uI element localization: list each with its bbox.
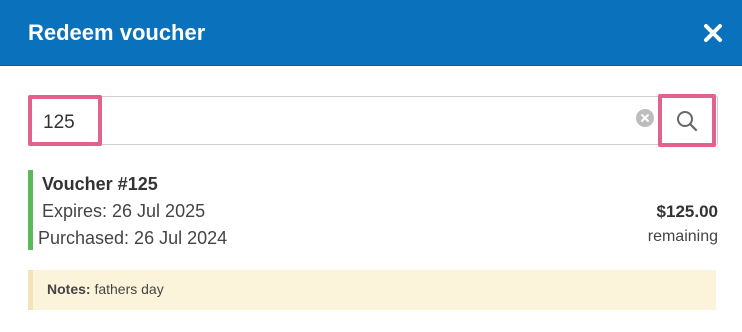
voucher-purchased: Purchased: 26 Jul 2024 (38, 228, 228, 248)
close-button[interactable] (702, 22, 724, 44)
dialog-header: Redeem voucher (0, 0, 742, 66)
search-row (28, 94, 718, 147)
voucher-remaining-label: remaining (647, 228, 718, 245)
voucher-title: Voucher #125 (42, 174, 158, 194)
voucher-amount: $125.00 (656, 202, 718, 221)
dialog-title: Redeem voucher (28, 19, 206, 45)
notes-label: Notes: (47, 281, 91, 297)
notes-text: fathers day (94, 281, 164, 297)
voucher-status-bar (28, 170, 33, 250)
close-icon (704, 23, 722, 42)
voucher-result[interactable]: Voucher #125 Expires: 26 Jul 2025 Purcha… (28, 170, 718, 250)
clear-button[interactable] (636, 109, 654, 127)
search-button[interactable] (658, 94, 716, 147)
search-field[interactable] (28, 96, 718, 145)
voucher-notes: Notes: fathers day (28, 270, 716, 310)
voucher-expires: Expires: 26 Jul 2025 (42, 201, 206, 221)
clear-circle-icon (641, 114, 649, 122)
search-input[interactable] (43, 111, 603, 135)
magnifier-icon (677, 110, 698, 131)
